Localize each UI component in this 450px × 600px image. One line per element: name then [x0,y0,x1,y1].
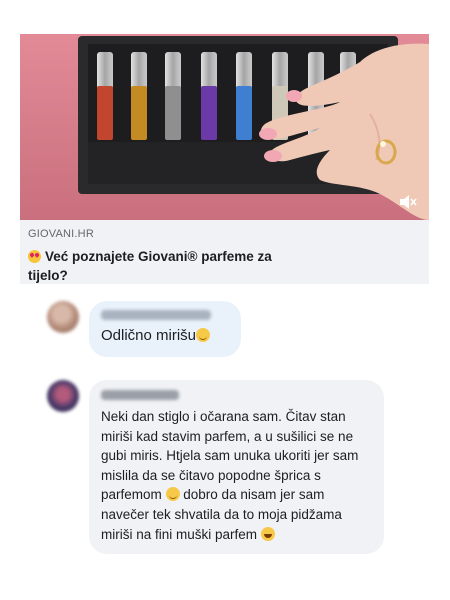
comment-text-content: Odlično mirišu [101,327,197,344]
avatar[interactable] [47,301,79,333]
comment: Odlično mirišu [47,301,241,357]
video-thumbnail [20,34,429,220]
author-name-blurred[interactable] [101,310,211,320]
heart-eyes-emoji-icon [28,250,41,263]
comment: Neki dan stiglo i očarana sam. Čitav sta… [47,380,384,554]
link-headline-text: Već poznajete Giovani® parfeme za tijelo… [28,249,272,283]
comment-text: Odlično mirišu [101,327,229,344]
link-meta[interactable]: GIOVANI.HR Već poznajete Giovani® parfem… [28,228,423,285]
comment-text: Neki dan stiglo i očarana sam. Čitav sta… [101,407,372,544]
tears-of-joy-emoji-icon [260,526,275,541]
author-name-blurred[interactable] [101,390,179,400]
link-headline[interactable]: Već poznajete Giovani® parfeme za tijelo… [28,247,293,285]
avatar[interactable] [47,380,79,412]
link-preview-card[interactable]: GIOVANI.HR Već poznajete Giovani® parfem… [20,34,429,284]
slightly-smiling-emoji-icon [165,487,180,502]
comment-bubble: Odlično mirišu [89,301,241,357]
link-source: GIOVANI.HR [28,228,94,240]
comment-bubble: Neki dan stiglo i očarana sam. Čitav sta… [89,380,384,554]
muted-speaker-icon[interactable] [399,194,417,210]
video-player[interactable] [20,34,429,220]
wink-emoji-icon [196,328,211,342]
